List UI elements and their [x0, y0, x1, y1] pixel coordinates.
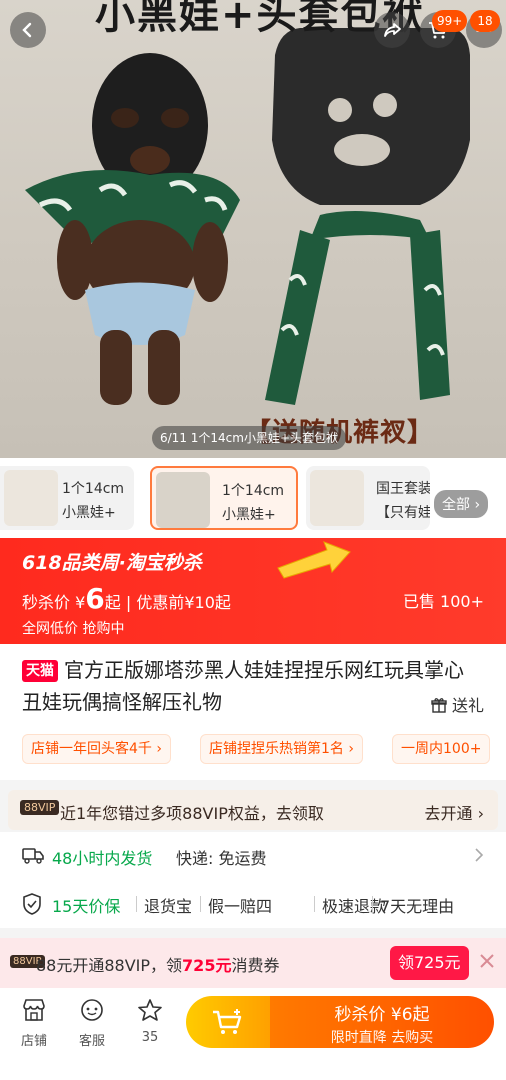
- arrow-icon: [277, 541, 351, 579]
- divider: [372, 896, 373, 912]
- sku-label-line1: 1个14cm: [222, 483, 285, 499]
- customer-service-button[interactable]: 客服: [70, 998, 114, 1049]
- shipping-time: 48小时内发货: [52, 849, 153, 868]
- sku-option-2-selected[interactable]: 1个14cm 小黑娃+: [150, 466, 298, 530]
- buy-price-label: 秒杀价 ¥6起: [334, 1005, 430, 1025]
- star-icon: [138, 999, 162, 1021]
- chip-repeat-customers[interactable]: 店铺一年回头客4千 ›: [22, 734, 171, 764]
- product-image-carousel[interactable]: 小黑娃+头套包袱 【送随机裤衩】 6/11 1个14cm小黑娃+头套包袱: [0, 0, 506, 458]
- 88vip-offer-text: 88元开通88VIP，领725元消费券: [36, 952, 279, 976]
- chevron-right-icon: [475, 848, 484, 862]
- 88vip-coupon-strip[interactable]: 88VIP 88元开通88VIP，领725元消费券 领725元: [0, 938, 506, 988]
- claim-coupon-button[interactable]: 领725元: [390, 946, 469, 980]
- chat-face-icon: [81, 999, 103, 1021]
- gift-button[interactable]: 送礼: [431, 692, 484, 716]
- gift-icon: [431, 698, 447, 713]
- all-sku-label: 全部: [442, 497, 470, 513]
- guarantee-row[interactable]: 15天价保 退货宝 假一赔四 极速退款 7天无理由: [0, 880, 506, 928]
- product-photo: [25, 28, 470, 405]
- delivery-fee: 快递: 免运费: [176, 849, 267, 868]
- guarantee-item-7day: 7天无理由: [380, 897, 455, 916]
- currency-symbol: ¥: [75, 593, 86, 612]
- sku-label-line2: 【只有娃: [376, 505, 430, 521]
- buy-subtitle: 限时直降 去购买: [330, 1030, 434, 1046]
- divider: [314, 896, 315, 912]
- 88vip-tag: 88VIP: [20, 800, 60, 815]
- favorite-button[interactable]: 35: [128, 998, 172, 1045]
- price-value: 6: [85, 582, 105, 615]
- buy-now-button[interactable]: 秒杀价 ¥6起 限时直降 去购买: [270, 996, 494, 1048]
- cart-count-badge: 99+: [432, 10, 468, 32]
- product-title-text: 官方正版娜塔莎黑人娃娃捏捏乐网红玩具掌心丑娃玩偶搞怪解压礼物: [22, 658, 464, 714]
- image-counter: 6/11 1个14cm小黑娃+头套包袱: [152, 426, 347, 450]
- sku-thumbnail-strip: 1个14cm 小黑娃+ 1个14cm 小黑娃+ 国王套装 【只有娃 全部 ›: [0, 458, 506, 538]
- store-label: 店铺: [20, 1034, 47, 1049]
- chip-bestseller-rank[interactable]: 店铺捏捏乐热销第1名 ›: [200, 734, 363, 764]
- share-button[interactable]: [374, 12, 410, 48]
- sku-label-line1: 国王套装: [376, 481, 430, 497]
- sku-option-3[interactable]: 国王套装 【只有娃: [306, 466, 430, 530]
- offer-amount: 725元: [182, 956, 232, 975]
- sku-thumbnail-image: [156, 472, 210, 528]
- flash-sale-price: 秒杀价 ¥6起 | 优惠前¥10起: [22, 582, 231, 615]
- guarantee-item-return: 退货宝: [144, 897, 193, 916]
- price-suffix: 起: [104, 593, 121, 612]
- vip-benefit-text: 近1年您错过多项88VIP权益，去领取: [60, 804, 324, 823]
- product-title[interactable]: 天猫 官方正版娜塔莎黑人娃娃捏捏乐网红玩具掌心丑娃玩偶搞怪解压礼物: [22, 654, 482, 718]
- vip-benefit-row[interactable]: 88VIP 近1年您错过多项88VIP权益，去领取 去开通 ›: [8, 790, 498, 830]
- share-icon: [384, 23, 401, 37]
- shield-check-icon: [23, 893, 41, 915]
- truck-icon: [22, 848, 44, 864]
- gift-label: 送礼: [451, 696, 484, 715]
- chevron-left-icon: [22, 22, 32, 38]
- sku-label-line2: 小黑娃+: [62, 505, 116, 521]
- sold-count: 已售 100+: [402, 592, 484, 611]
- vip-activate-link[interactable]: 去开通 ›: [425, 800, 485, 824]
- low-price-note: 全网低价 抢购中: [22, 621, 125, 637]
- message-count-badge: 18: [470, 10, 500, 32]
- flash-sale-banner[interactable]: 618品类周·淘宝秒杀 秒杀价 ¥6起 | 优惠前¥10起 已售 100+ 全网…: [0, 538, 506, 644]
- chip-weekly-sales[interactable]: 一周内100+: [392, 734, 491, 764]
- offer-prefix: 88元开通88VIP，领: [36, 956, 183, 975]
- sku-label-line1: 1个14cm: [62, 481, 125, 497]
- offer-suffix: 消费券: [231, 956, 280, 975]
- sku-label-line2: 小黑娃+: [222, 507, 276, 523]
- store-icon: [23, 999, 45, 1021]
- divider: [136, 896, 137, 912]
- cart-add-icon: [213, 1009, 242, 1034]
- sku-thumbnail-image: [4, 470, 58, 526]
- service-label: 客服: [78, 1034, 105, 1049]
- chevron-right-icon: ›: [474, 497, 481, 513]
- add-to-cart-button[interactable]: [186, 996, 270, 1048]
- promo-header: 618品类周·淘宝秒杀: [22, 552, 202, 574]
- guarantee-item-refund: 极速退款: [322, 897, 387, 916]
- price-prefix: 秒杀价: [22, 593, 71, 612]
- sku-option-1[interactable]: 1个14cm 小黑娃+: [0, 466, 134, 530]
- product-title-section: 天猫 官方正版娜塔莎黑人娃娃捏捏乐网红玩具掌心丑娃玩偶搞怪解压礼物 送礼 店铺一年…: [0, 644, 506, 780]
- price-protection: 15天价保: [52, 897, 121, 916]
- product-detail-page: 小黑娃+头套包袱 【送随机裤衩】 6/11 1个14cm小黑娃+头套包袱 99+…: [0, 0, 506, 1080]
- close-icon[interactable]: [478, 952, 496, 970]
- all-sku-button[interactable]: 全部 ›: [434, 490, 489, 518]
- back-button[interactable]: [10, 12, 46, 48]
- price-divider: |: [125, 593, 137, 612]
- divider: [200, 896, 201, 912]
- tmall-badge: 天猫: [22, 660, 58, 682]
- guarantee-item-fake: 假一赔四: [208, 897, 273, 916]
- bottom-action-bar: 店铺 客服 35 秒杀价 ¥6起 限时直降 去购买: [0, 988, 506, 1080]
- sku-thumbnail-image: [310, 470, 364, 526]
- store-button[interactable]: 店铺: [12, 998, 56, 1049]
- shipping-row[interactable]: 48小时内发货 快递: 免运费: [0, 832, 506, 880]
- pre-discount-price: 优惠前¥10起: [136, 593, 231, 612]
- favorites-count: 35: [141, 1030, 159, 1045]
